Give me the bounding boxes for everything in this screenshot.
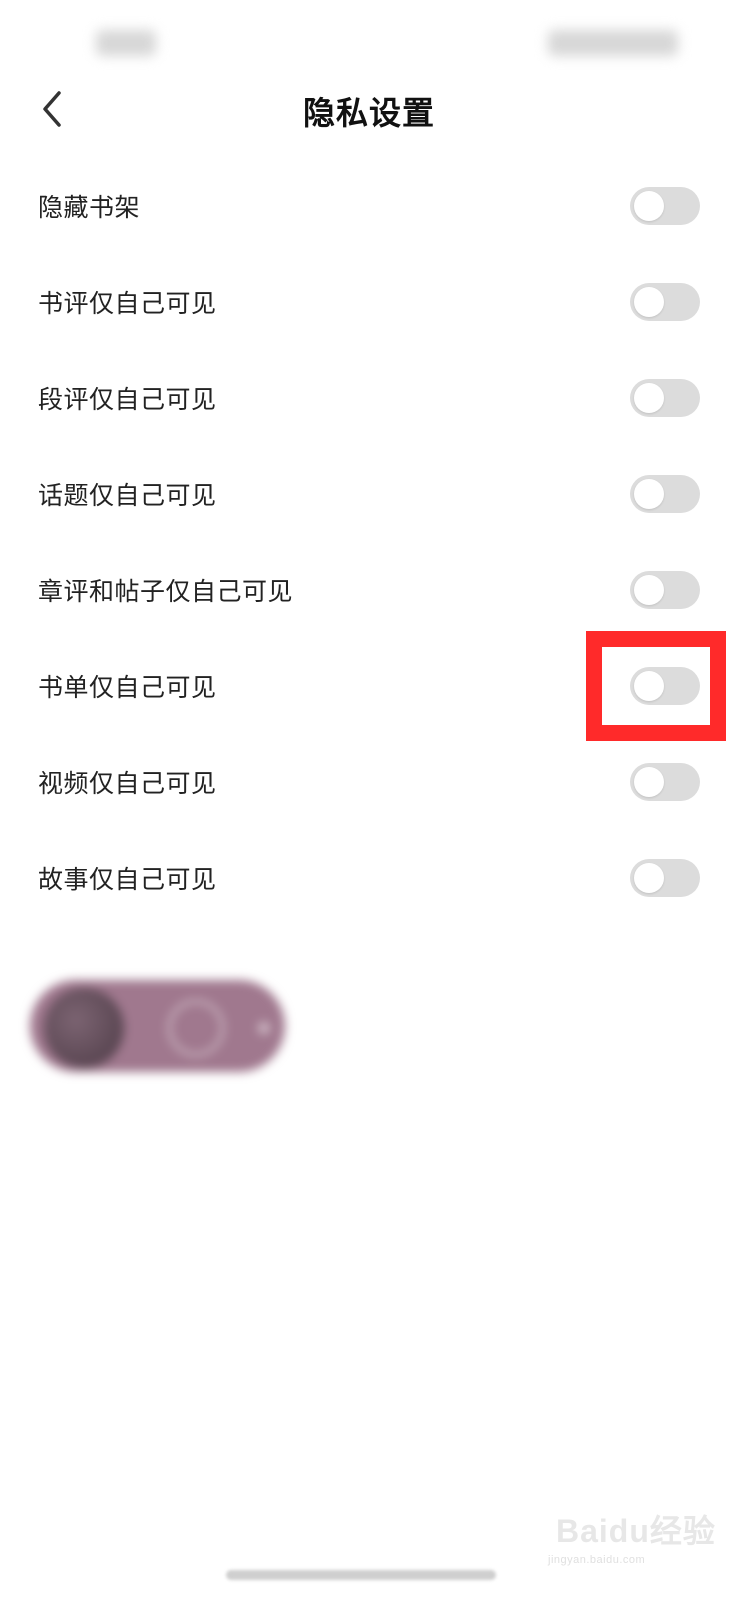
videos-toggle[interactable] bbox=[630, 763, 700, 801]
setting-row-book-lists: 书单仅自己可见 bbox=[0, 631, 738, 741]
floating-audio-player[interactable] bbox=[30, 980, 285, 1072]
toggle-knob bbox=[634, 671, 664, 701]
book-lists-toggle[interactable] bbox=[630, 667, 700, 705]
book-reviews-toggle[interactable] bbox=[630, 283, 700, 321]
settings-list: 隐藏书架 书评仅自己可见 段评仅自己可见 话题仅自己可见 章评和帖子仅自己可见 … bbox=[0, 158, 738, 926]
topics-toggle[interactable] bbox=[630, 475, 700, 513]
setting-label: 书评仅自己可见 bbox=[38, 289, 217, 318]
setting-row-topics: 话题仅自己可见 bbox=[0, 446, 738, 542]
toggle-knob bbox=[634, 479, 664, 509]
pause-icon[interactable] bbox=[168, 1000, 224, 1056]
setting-label: 话题仅自己可见 bbox=[38, 481, 217, 510]
setting-row-videos: 视频仅自己可见 bbox=[0, 734, 738, 830]
close-icon[interactable] bbox=[258, 1022, 270, 1034]
status-time bbox=[96, 30, 156, 56]
setting-row-stories: 故事仅自己可见 bbox=[0, 830, 738, 926]
setting-label: 视频仅自己可见 bbox=[38, 769, 217, 798]
setting-label: 隐藏书架 bbox=[38, 193, 141, 222]
status-bar bbox=[0, 0, 738, 80]
status-icons bbox=[548, 30, 678, 56]
setting-label: 章评和帖子仅自己可见 bbox=[38, 577, 294, 606]
header: 隐私设置 bbox=[0, 70, 738, 150]
setting-label: 故事仅自己可见 bbox=[38, 865, 217, 894]
toggle-knob bbox=[634, 575, 664, 605]
toggle-knob bbox=[634, 767, 664, 797]
setting-label: 书单仅自己可见 bbox=[38, 673, 217, 702]
setting-label: 段评仅自己可见 bbox=[38, 385, 217, 414]
paragraph-reviews-toggle[interactable] bbox=[630, 379, 700, 417]
page-title: 隐私设置 bbox=[302, 94, 435, 132]
watermark-logo: Baidu经验 bbox=[556, 1513, 716, 1549]
toggle-knob bbox=[634, 191, 664, 221]
watermark-url: jingyan.baidu.com bbox=[548, 1554, 646, 1566]
player-cover-image bbox=[44, 988, 124, 1068]
setting-row-chapter-reviews-posts: 章评和帖子仅自己可见 bbox=[0, 542, 738, 638]
toggle-knob bbox=[634, 383, 664, 413]
setting-row-hide-bookshelf: 隐藏书架 bbox=[0, 158, 738, 254]
stories-toggle[interactable] bbox=[630, 859, 700, 897]
home-indicator[interactable] bbox=[226, 1570, 496, 1580]
chapter-reviews-posts-toggle[interactable] bbox=[630, 571, 700, 609]
setting-row-book-reviews: 书评仅自己可见 bbox=[0, 254, 738, 350]
hide-bookshelf-toggle[interactable] bbox=[630, 187, 700, 225]
toggle-knob bbox=[634, 863, 664, 893]
setting-row-paragraph-reviews: 段评仅自己可见 bbox=[0, 350, 738, 446]
privacy-settings-screen: 隐私设置 隐藏书架 书评仅自己可见 段评仅自己可见 话题仅自己可见 章评和帖子仅… bbox=[0, 0, 738, 1600]
toggle-knob bbox=[634, 287, 664, 317]
